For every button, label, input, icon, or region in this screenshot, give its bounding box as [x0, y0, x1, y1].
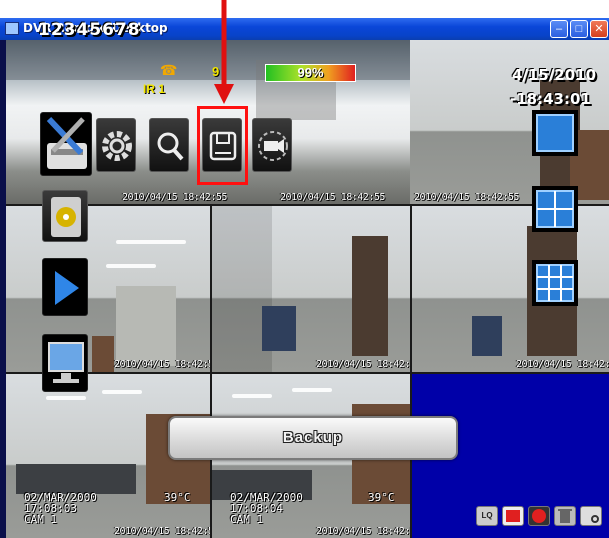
lq-label: LQ — [481, 511, 493, 520]
alarm-icon — [532, 509, 546, 523]
record-icon — [506, 510, 520, 522]
camera-timestamp: 2010/04/15 18:42:54 — [316, 359, 410, 370]
play-icon — [55, 271, 79, 305]
highlight-box — [197, 106, 248, 185]
camera-timestamp: 2010/04/15 18:42:55 — [280, 192, 385, 203]
camera-timestamp: 2010/04/15 18:42:54 — [114, 359, 210, 370]
pointer-arrow-icon — [214, 0, 234, 104]
setup-tools-icon — [46, 116, 87, 169]
camera-rotate-icon — [258, 131, 288, 161]
camera-timestamp: 2010/04/15 18:42:53 — [114, 526, 210, 537]
trash-icon — [558, 509, 572, 523]
settings-button[interactable] — [96, 118, 136, 172]
audio-mute-icon: ☎ — [160, 62, 178, 78]
temperature-readout: 39°C — [164, 491, 191, 504]
monitor-button[interactable] — [42, 334, 88, 392]
camera-timestamp: 2010/04/15 18:42:54 — [316, 526, 410, 537]
date-display: 4/15/2010 — [512, 66, 597, 84]
quad-view-button[interactable] — [532, 186, 578, 232]
camera-view-4[interactable]: 2010/04/15 18:42:54 — [6, 206, 210, 372]
ir-indicator: IR 1 — [143, 82, 166, 96]
camera-view-3[interactable]: 2010/04/15 18:42:55 — [410, 40, 609, 204]
hdd-usage-text: 99% — [297, 65, 324, 80]
temperature-readout: 39°C — [368, 491, 395, 504]
app-icon — [5, 22, 19, 35]
camera-overlay: 02/MAR/2000 17:08:04 CAM 1 — [230, 491, 303, 526]
trash-button[interactable] — [554, 506, 576, 526]
nine-view-icon — [536, 264, 574, 302]
alarm-button[interactable] — [528, 506, 550, 526]
lq-button[interactable]: LQ — [476, 506, 498, 526]
backup-button[interactable]: Backup — [168, 416, 458, 460]
search-icon — [157, 132, 184, 161]
ptz-button[interactable] — [252, 118, 292, 172]
quad-view-icon — [536, 190, 574, 228]
minimize-button[interactable]: – — [550, 20, 568, 38]
time-display: -18:43:01 — [510, 90, 591, 108]
camera-timestamp: 2010/04/15 18:42:55 — [122, 192, 227, 203]
more-icon — [591, 515, 599, 523]
camera-timestamp: 2010/04/15 18:42:54 — [516, 359, 609, 370]
camera-view-6[interactable]: 2010/04/15 18:42:54 — [412, 206, 609, 372]
search-button[interactable] — [149, 118, 189, 172]
hdd-disc-icon — [51, 197, 81, 237]
record-button[interactable] — [502, 506, 524, 526]
maximize-button[interactable]: □ — [570, 20, 588, 38]
camera-overlay: 02/MAR/2000 17:08:03 CAM 1 — [24, 491, 97, 526]
setup-tools-button[interactable] — [40, 112, 92, 176]
backup-button-label: Backup — [282, 429, 344, 446]
gear-icon — [102, 131, 132, 161]
nine-view-button[interactable] — [532, 260, 578, 306]
play-button[interactable] — [42, 258, 88, 316]
single-view-icon — [536, 114, 574, 152]
camera-grid: 2010/04/15 18:42:55 2010/04/15 18:42:55 … — [6, 40, 609, 538]
more-button[interactable] — [580, 506, 602, 526]
hdd-button[interactable] — [42, 190, 88, 242]
close-button[interactable]: ✕ — [590, 20, 608, 38]
monitor-icon — [48, 342, 84, 383]
hdd-usage-bar: 99% — [265, 64, 356, 82]
camera-view-5[interactable]: 2010/04/15 18:42:54 — [212, 206, 410, 372]
camera-timestamp: 2010/04/15 18:42:55 — [414, 192, 519, 203]
channel-indicator: 12345678 — [38, 20, 141, 40]
single-view-button[interactable] — [532, 110, 578, 156]
